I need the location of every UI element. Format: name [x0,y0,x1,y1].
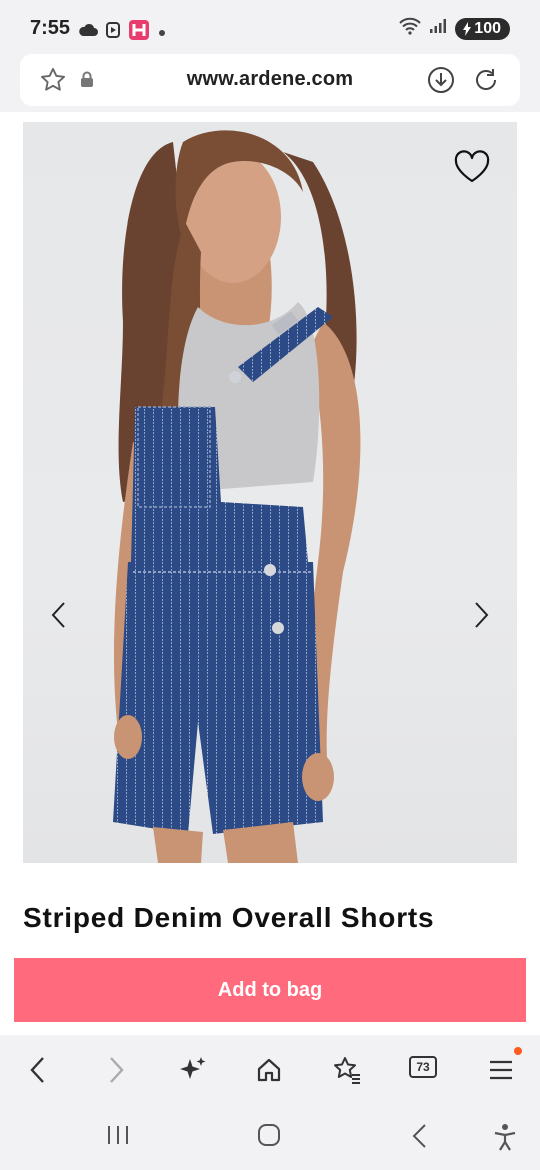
home-icon[interactable] [251,1052,287,1088]
menu-icon[interactable] [483,1052,519,1088]
address-bar[interactable]: www.ardene.com [20,54,520,106]
product-image[interactable] [23,122,517,863]
recents-icon[interactable] [106,1123,130,1152]
battery-icon: 100 [455,17,510,40]
menu-notification-dot [514,1047,522,1055]
wishlist-heart-icon[interactable] [453,150,491,189]
reload-icon[interactable] [472,66,500,99]
status-bar: 7:55 100 [0,0,540,54]
forward-icon[interactable] [98,1052,134,1088]
system-back-icon[interactable] [410,1123,430,1154]
next-image-icon[interactable] [469,600,493,630]
back-icon[interactable] [20,1052,56,1088]
system-navigation-bar [0,1105,540,1170]
signal-icon [429,18,447,39]
sparkle-icon[interactable] [175,1052,211,1088]
cloud-icon [78,23,98,42]
app-notification-icon [128,19,150,46]
add-to-bag-button[interactable]: Add to bag [14,958,526,1022]
browser-toolbar [0,1035,540,1105]
product-title: Striped Denim Overall Shorts [23,902,435,933]
status-left-icons [78,19,166,46]
model-illustration [113,130,361,863]
status-right-icons: 100 [399,17,510,40]
home-circle-icon[interactable] [257,1123,281,1152]
dot-icon [158,24,166,42]
media-icon [106,22,120,43]
prev-image-icon[interactable] [47,600,71,630]
battery-level: 100 [474,19,501,37]
download-icon[interactable] [427,66,455,99]
address-bar-area: www.ardene.com [0,54,540,112]
wifi-icon [399,17,422,40]
tabs-icon[interactable]: 73 [409,1056,437,1078]
bookmarks-icon[interactable] [329,1052,365,1088]
accessibility-icon[interactable] [492,1123,518,1156]
status-time: 7:55 [30,17,71,39]
